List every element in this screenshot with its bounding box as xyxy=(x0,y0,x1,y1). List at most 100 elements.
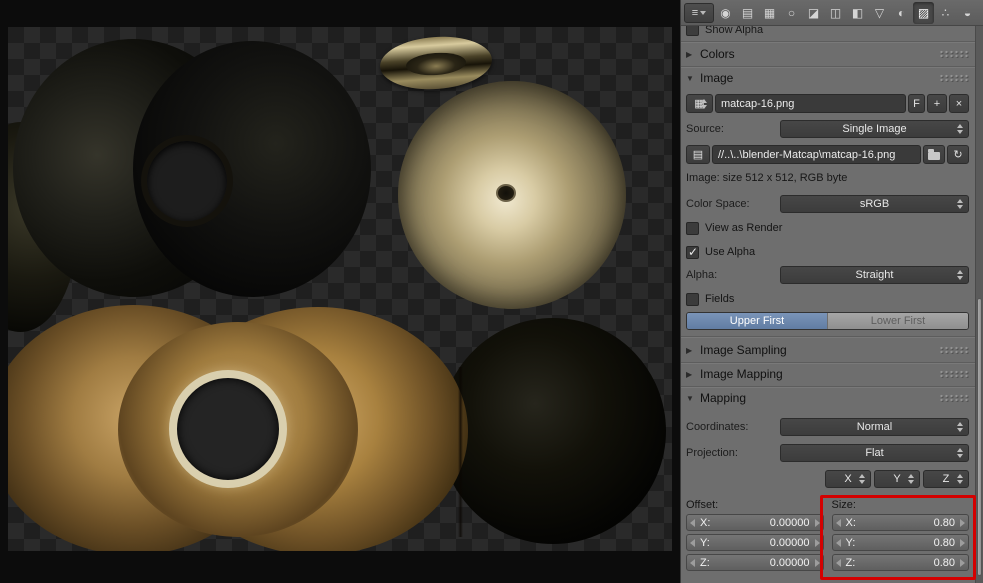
browse-image-button[interactable]: ▦ xyxy=(686,94,713,113)
panel-separator xyxy=(681,336,975,337)
tab-world[interactable]: ○ xyxy=(781,2,802,24)
panel-drag-grip[interactable] xyxy=(939,346,969,354)
tab-physics[interactable]: ◒ xyxy=(957,2,978,24)
panel-header-image-sampling[interactable]: Image Sampling xyxy=(686,340,969,360)
particles-icon: ∴ xyxy=(941,5,950,20)
offset-y-value: 0.00000 xyxy=(769,536,810,549)
size-y-field[interactable]: Y: 0.80 xyxy=(831,534,969,551)
offset-z-field[interactable]: Z: 0.00000 xyxy=(686,554,824,571)
tab-render-layers[interactable]: ▤ xyxy=(737,2,758,24)
coordinates-dropdown[interactable]: Normal xyxy=(780,418,969,436)
panel-header-colors[interactable]: Colors xyxy=(686,44,969,64)
unlink-image-button[interactable]: × xyxy=(949,94,969,113)
size-z-value: 0.80 xyxy=(933,556,955,569)
offset-y-field[interactable]: Y: 0.00000 xyxy=(686,534,824,551)
image-editor-viewport[interactable] xyxy=(0,0,680,583)
panel-drag-grip[interactable] xyxy=(939,394,969,402)
chevron-down-icon xyxy=(700,10,707,15)
xyz-fields-row: Z: 0.00000 Z: 0.80 xyxy=(686,554,969,571)
fields-label: Fields xyxy=(705,293,735,305)
size-x-field[interactable]: X: 0.80 xyxy=(831,514,969,531)
axis-mapping-row: X Y Z xyxy=(686,470,969,488)
panel-drag-grip[interactable] xyxy=(939,370,969,378)
matcap-gold-sphere-hole xyxy=(496,184,516,202)
fake-user-button[interactable]: F xyxy=(908,94,925,113)
image-datablock-row: ▦ matcap-16.png F + × xyxy=(686,94,969,113)
tab-modifiers[interactable]: ◧ xyxy=(847,2,868,24)
colorspace-row: Color Space: sRGB xyxy=(686,195,969,213)
panel-scrollbar[interactable] xyxy=(975,26,983,583)
tab-constraints[interactable]: ◫ xyxy=(825,2,846,24)
collapse-arrow-icon xyxy=(686,50,698,59)
alpha-row: Alpha: Straight xyxy=(686,266,969,284)
panel-header-mapping[interactable]: Mapping xyxy=(686,388,969,408)
tab-texture[interactable]: ▨ xyxy=(913,1,934,24)
filepath-field[interactable]: //..\..\blender-Matcap\matcap-16.png xyxy=(712,145,921,164)
source-dropdown[interactable]: Single Image xyxy=(780,120,969,138)
alpha-dropdown[interactable]: Straight xyxy=(780,266,969,284)
expand-arrow-icon xyxy=(686,394,698,403)
tab-render[interactable]: ◉ xyxy=(715,2,736,24)
object-data-icon: ▽ xyxy=(874,5,885,20)
browse-file-button[interactable] xyxy=(923,145,945,164)
scene-icon: ▦ xyxy=(763,5,776,20)
projection-row: Projection: Flat xyxy=(686,444,969,462)
panel-drag-grip[interactable] xyxy=(939,50,969,58)
show-alpha-checkbox[interactable] xyxy=(686,26,699,36)
fields-row: Fields xyxy=(686,291,969,307)
panel-title: Image xyxy=(700,71,734,85)
tab-scene[interactable]: ▦ xyxy=(759,2,780,24)
panel-header-image[interactable]: Image xyxy=(686,68,969,88)
axis-y-dropdown[interactable]: Y xyxy=(874,470,920,488)
alpha-value: Straight xyxy=(855,269,894,281)
projection-label: Projection: xyxy=(686,447,738,459)
updown-arrows-icon xyxy=(957,422,964,432)
matcap-black-sphere xyxy=(440,318,666,544)
editor-type-selector[interactable]: ≡ xyxy=(684,2,714,23)
axis-x-dropdown[interactable]: X xyxy=(825,470,871,488)
axis-z-dropdown[interactable]: Z xyxy=(923,470,969,488)
panel-separator xyxy=(681,386,975,387)
updown-arrows-icon xyxy=(957,474,964,484)
colorspace-dropdown[interactable]: sRGB xyxy=(780,195,969,213)
fields-checkbox[interactable] xyxy=(686,292,699,306)
use-alpha-row: Use Alpha xyxy=(686,244,969,260)
panel-drag-grip[interactable] xyxy=(939,74,969,82)
updown-arrows-icon xyxy=(859,474,866,484)
updown-arrows-icon xyxy=(957,199,964,209)
physics-icon: ◒ xyxy=(963,5,972,20)
copy-image-button[interactable]: + xyxy=(927,94,947,113)
updown-arrows-icon xyxy=(701,98,708,109)
use-alpha-checkbox[interactable] xyxy=(686,245,699,259)
tab-particles[interactable]: ∴ xyxy=(935,2,956,24)
panel-header-image-mapping[interactable]: Image Mapping xyxy=(686,364,969,384)
filepath-row: ▤ //..\..\blender-Matcap\matcap-16.png ↻ xyxy=(686,145,969,164)
offset-x-field[interactable]: X: 0.00000 xyxy=(686,514,824,531)
image-name-field[interactable]: matcap-16.png xyxy=(715,94,906,113)
size-y-value: 0.80 xyxy=(933,536,955,549)
tab-material[interactable]: ◐ xyxy=(891,2,912,24)
refresh-icon: ↻ xyxy=(953,149,963,161)
view-as-render-checkbox[interactable] xyxy=(686,221,699,235)
texture-icon: ▨ xyxy=(917,5,930,20)
lower-first-toggle[interactable]: Lower First xyxy=(827,313,968,329)
show-alpha-label: Show Alpha xyxy=(705,26,764,36)
projection-value: Flat xyxy=(865,447,884,459)
size-z-field[interactable]: Z: 0.80 xyxy=(831,554,969,571)
offset-x-value: 0.00000 xyxy=(769,516,810,529)
panel-title: Image Mapping xyxy=(700,367,783,381)
upper-first-toggle[interactable]: Upper First xyxy=(687,313,827,329)
tab-object[interactable]: ◪ xyxy=(803,2,824,24)
image-source-button[interactable]: ▤ xyxy=(686,145,710,164)
reload-image-button[interactable]: ↻ xyxy=(947,145,969,164)
offset-z-label: Z: xyxy=(700,556,710,569)
offset-label: Offset: xyxy=(686,499,719,511)
colorspace-value: sRGB xyxy=(859,198,890,210)
scrollbar-thumb[interactable] xyxy=(977,298,982,576)
image-info: Image: size 512 x 512, RGB byte xyxy=(686,172,848,184)
world-icon: ○ xyxy=(787,5,796,20)
view-as-render-label: View as Render xyxy=(705,222,783,234)
tab-object-data[interactable]: ▽ xyxy=(869,2,890,24)
projection-dropdown[interactable]: Flat xyxy=(780,444,969,462)
modifiers-icon: ◧ xyxy=(851,5,864,20)
